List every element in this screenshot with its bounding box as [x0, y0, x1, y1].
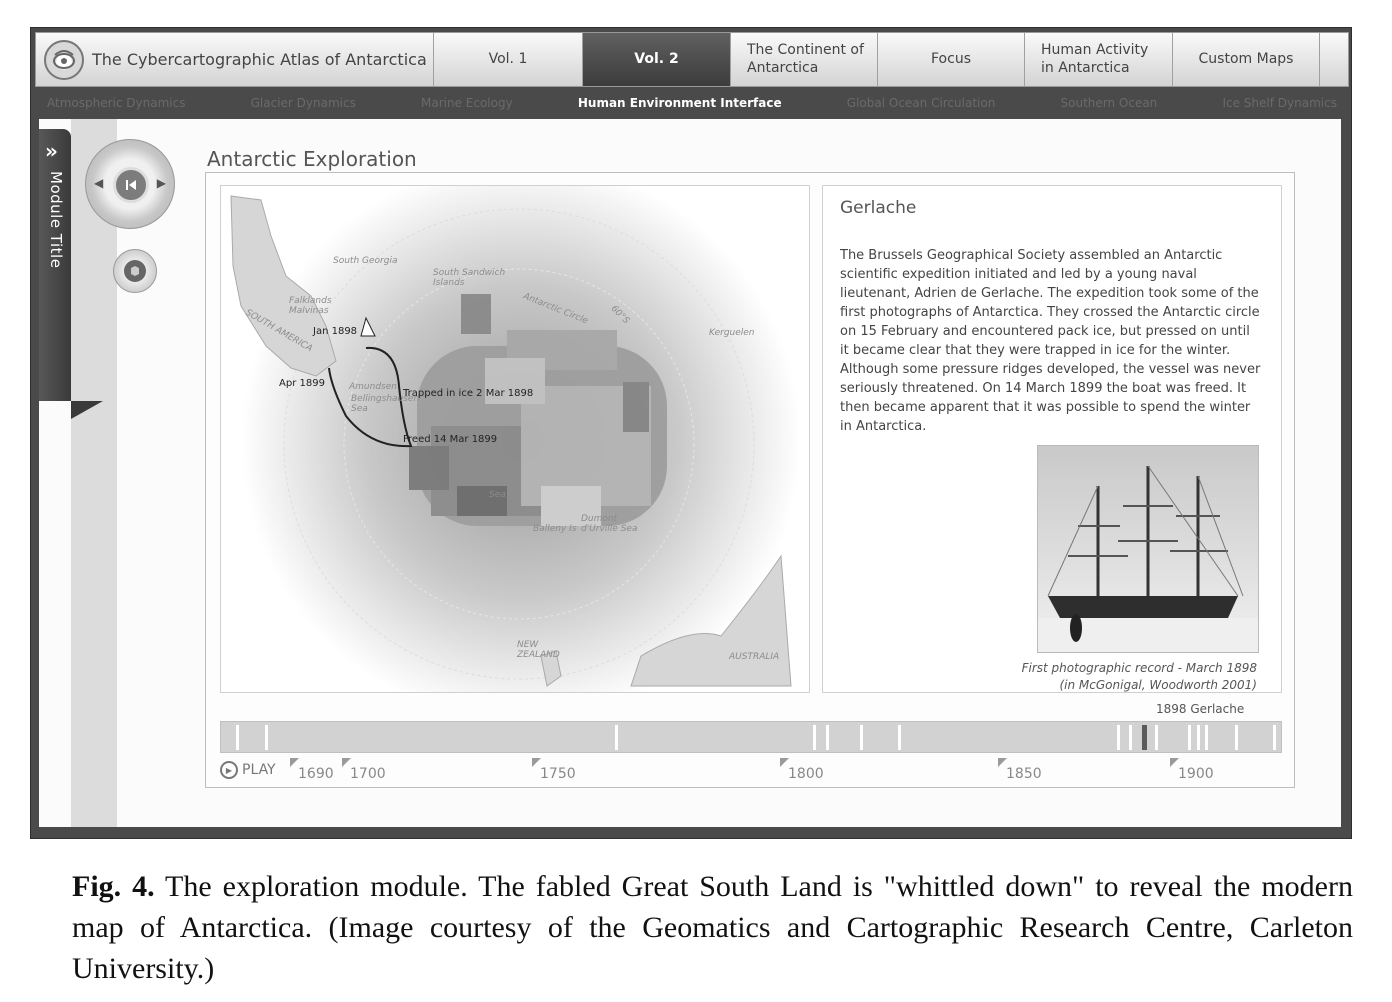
- tab-focus[interactable]: Focus: [878, 33, 1025, 86]
- map-label: Kerguelen: [709, 328, 755, 338]
- timeline-marker[interactable]: [1197, 725, 1200, 750]
- map-label: South Sandwich Islands: [433, 268, 506, 288]
- subnav-glacier-dynamics[interactable]: Glacier Dynamics: [251, 96, 356, 110]
- photo-caption: First photographic record - March 1898 (…: [973, 660, 1257, 694]
- nav-skip-back-icon[interactable]: [113, 167, 149, 203]
- ship-photo: [1037, 445, 1259, 653]
- caption-line: First photographic record - March 1898: [1021, 661, 1257, 675]
- module-subnav: Atmospheric Dynamics Glacier Dynamics Ma…: [35, 91, 1349, 124]
- timeline-marker[interactable]: [1235, 725, 1238, 750]
- left-control-strip: [71, 119, 117, 827]
- map-label: Sea: [489, 490, 506, 500]
- module-side-tab[interactable]: » Module Title: [39, 129, 71, 401]
- nav-control-wheel[interactable]: ◀ ▶: [85, 139, 175, 229]
- tab-vol-2[interactable]: Vol. 2: [583, 33, 731, 86]
- map-label: Amundsen: [349, 382, 397, 392]
- strip-notch: [71, 401, 103, 419]
- map-label: Freed 14 Mar 1899: [403, 434, 498, 445]
- atlas-title: The Cybercartographic Atlas of Antarctic…: [92, 49, 427, 69]
- tab-continent-of-antarctica[interactable]: The Continent of Antarctica: [731, 33, 878, 86]
- tab-label: Focus: [931, 50, 971, 67]
- map-label: Trapped in ice 2 Mar 1898: [403, 388, 534, 399]
- map-label: Bellingshausen Sea: [351, 394, 420, 414]
- expedition-description: The Brussels Geographical Society assemb…: [840, 248, 1261, 434]
- map-label: Falklands Malvinas: [289, 296, 332, 316]
- expedition-info-panel: Gerlache The Brussels Geographical Socie…: [822, 185, 1282, 693]
- subnav-southern-ocean[interactable]: Southern Ocean: [1061, 96, 1158, 110]
- timeline-marker[interactable]: [265, 725, 268, 750]
- nav-right-arrow-icon[interactable]: ▶: [157, 176, 166, 190]
- antarctica-map[interactable]: South Georgia South Sandwich Islands Fal…: [220, 185, 810, 693]
- play-label: PLAY: [242, 762, 276, 778]
- map-layer-button[interactable]: [113, 249, 157, 293]
- tab-label-line1: Human Activity: [1041, 42, 1149, 58]
- map-label: Dumont d'Urville Sea: [581, 514, 638, 534]
- tab-label: Vol. 1: [488, 50, 528, 67]
- timeline-marker[interactable]: [1273, 725, 1276, 750]
- timeline-marker[interactable]: [898, 725, 901, 750]
- map-layer-icon: [124, 260, 146, 282]
- subnav-human-environment-interface[interactable]: Human Environment Interface: [578, 96, 782, 124]
- timeline-current-label: 1898 Gerlache: [1156, 702, 1245, 716]
- map-label: Balleny Is: [533, 524, 577, 534]
- map-graphic: [230, 186, 801, 692]
- timeline-marker[interactable]: [236, 725, 239, 750]
- module-title-label: Module Title: [47, 171, 65, 269]
- nav-left-arrow-icon[interactable]: ◀: [94, 176, 103, 190]
- timeline-current-marker[interactable]: [1142, 725, 1147, 750]
- subnav-marine-ecology[interactable]: Marine Ecology: [421, 96, 513, 110]
- timeline-tick: 1850: [998, 758, 1042, 782]
- timeline-marker[interactable]: [1188, 725, 1191, 750]
- timeline-marker[interactable]: [1129, 725, 1132, 750]
- tab-label: Custom Maps: [1198, 50, 1294, 67]
- tab-custom-maps[interactable]: Custom Maps: [1173, 33, 1320, 86]
- exploration-panel: South Georgia South Sandwich Islands Fal…: [205, 172, 1295, 788]
- tab-label-line1: The Continent of: [747, 42, 864, 58]
- atlas-app-window: The Cybercartographic Atlas of Antarctic…: [30, 27, 1352, 839]
- timeline-marker[interactable]: [1205, 725, 1208, 750]
- timeline-marker[interactable]: [813, 725, 816, 750]
- tab-vol-1[interactable]: Vol. 1: [434, 33, 583, 86]
- map-label: AUSTRALIA: [729, 652, 780, 662]
- timeline-tick: 1750: [532, 758, 576, 782]
- tab-human-activity[interactable]: Human Activity in Antarctica: [1025, 33, 1173, 86]
- timeline-marker[interactable]: [615, 725, 618, 750]
- timeline-marker[interactable]: [1117, 725, 1120, 750]
- main-tab-bar: The Cybercartographic Atlas of Antarctic…: [35, 32, 1349, 87]
- subnav-ice-shelf-dynamics[interactable]: Ice Shelf Dynamics: [1222, 96, 1337, 110]
- timeline-marker[interactable]: [826, 725, 829, 750]
- tab-label-line2: Antarctica: [747, 59, 819, 76]
- atlas-logo-icon: [44, 39, 84, 80]
- module-content: » Module Title ◀ ▶ Antarctic Exploration: [39, 119, 1341, 827]
- atlas-home-link[interactable]: The Cybercartographic Atlas of Antarctic…: [36, 33, 434, 86]
- timeline-tick: 1690: [290, 758, 334, 782]
- map-label: Jan 1898: [313, 326, 358, 337]
- timeline-marker[interactable]: [1155, 725, 1158, 750]
- figure-label: Fig. 4.: [72, 870, 155, 903]
- map-label: South Georgia: [333, 256, 398, 266]
- timeline-tick: 1700: [342, 758, 386, 782]
- map-label: Apr 1899: [279, 378, 325, 389]
- timeline-marker[interactable]: [860, 725, 863, 750]
- subnav-atmospheric-dynamics[interactable]: Atmospheric Dynamics: [47, 96, 185, 110]
- figure-caption: Fig. 4. The exploration module. The fabl…: [72, 866, 1353, 989]
- subnav-global-ocean-circulation[interactable]: Global Ocean Circulation: [847, 96, 996, 110]
- play-circle-icon: ▶: [220, 761, 238, 779]
- tab-label: Vol. 2: [634, 50, 679, 67]
- expedition-heading: Gerlache: [840, 198, 917, 218]
- timeline-tick: 1800: [780, 758, 824, 782]
- map-label: NEW ZEALAND: [517, 640, 560, 660]
- timeline-tick: 1900: [1170, 758, 1214, 782]
- timeline-bar[interactable]: [220, 721, 1282, 753]
- tab-label-line2: in Antarctica: [1041, 59, 1130, 76]
- figure-caption-text: The exploration module. The fabled Great…: [72, 870, 1353, 985]
- double-chevron-right-icon: »: [45, 139, 58, 163]
- caption-line: (in McGonigal, Woodworth 2001): [1059, 678, 1257, 692]
- module-title: Antarctic Exploration: [207, 147, 417, 171]
- play-button[interactable]: ▶ PLAY: [220, 761, 276, 779]
